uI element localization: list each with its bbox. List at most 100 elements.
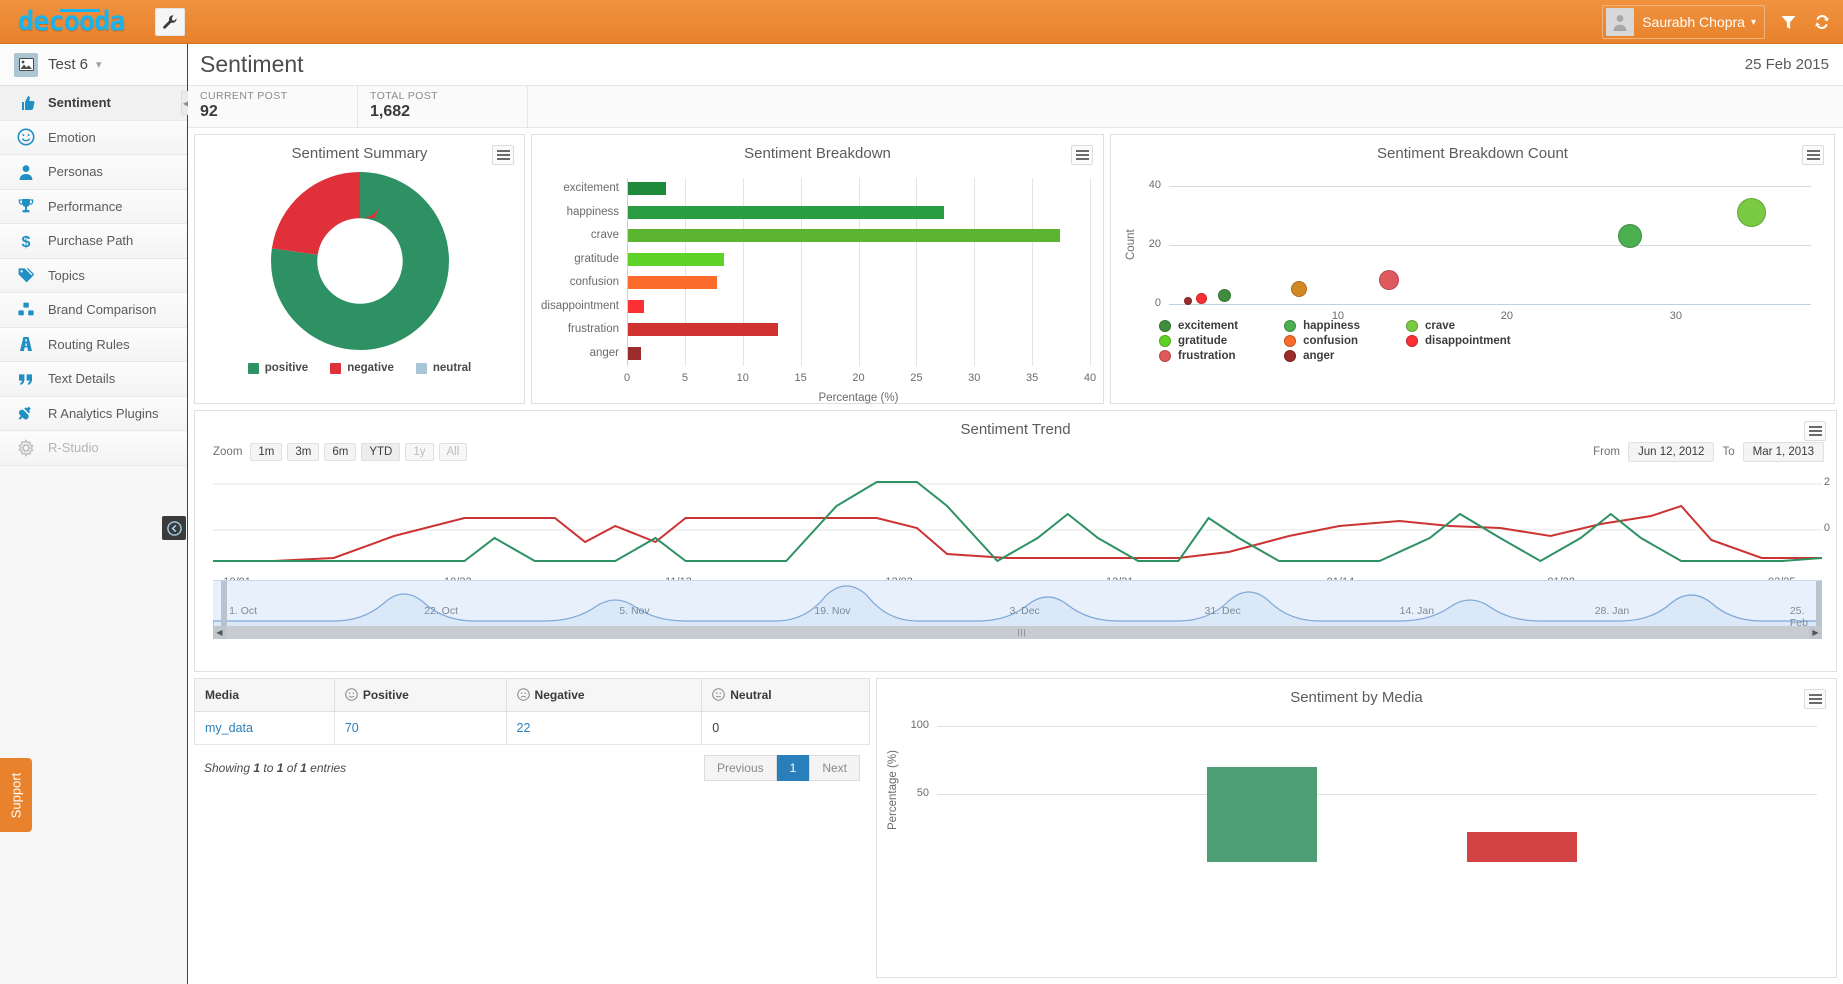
y-axis-tick: 50 [916, 786, 929, 799]
hamburger-menu-icon[interactable] [1804, 421, 1826, 441]
bubble-excitement[interactable] [1218, 288, 1232, 302]
showing-entries-text: Showing 1 to 1 of 1 entries [204, 761, 346, 775]
bar-disappointment[interactable] [628, 299, 645, 313]
charts-row-1: Sentiment Summary positive negative neutra… [188, 128, 1843, 404]
bar-frustration[interactable] [628, 323, 779, 336]
trophy-icon [18, 199, 34, 213]
sidebar-item-routing-rules[interactable]: Routing Rules [0, 327, 187, 362]
support-tab[interactable]: Support [0, 758, 32, 832]
bubble-anger[interactable] [1183, 297, 1192, 306]
sidebar-item-label: Emotion [48, 129, 96, 145]
bubble-disappointment[interactable] [1195, 292, 1207, 304]
hamburger-menu-icon[interactable] [1804, 689, 1826, 709]
cell-value: 70 [344, 721, 359, 735]
sidebar-item-r-analytics-plugins[interactable]: R Analytics Plugins [0, 396, 187, 431]
sidebar: Test 6 ▾ Sentiment Emotion Personas Perform… [0, 44, 191, 984]
table-header-positive[interactable]: Positive [333, 678, 507, 712]
pagination-page-1[interactable]: 1 [776, 755, 810, 781]
cell-positive[interactable]: 70 [333, 711, 507, 745]
media-bar-negative[interactable] [1467, 832, 1577, 862]
x-axis-tick: 30 [1669, 310, 1682, 322]
panel-sentiment-summary: Sentiment Summary positive negative neutra… [194, 134, 525, 404]
bubble-frustration[interactable] [1378, 270, 1399, 291]
bar-excitement[interactable] [628, 182, 667, 195]
legend-column: excitement gratitude frustration [1159, 320, 1238, 362]
chevron-down-icon: ▾ [1750, 16, 1756, 28]
x-axis-tick: 5 [681, 372, 688, 384]
legend-item-positive[interactable]: positive [247, 362, 308, 374]
bubble-confusion[interactable] [1291, 281, 1308, 298]
sidebar-item-purchase-path[interactable]: $ Purchase Path [0, 224, 187, 259]
sidebar-item-text-details[interactable]: Text Details [0, 362, 187, 397]
table-header-label: Positive [362, 688, 409, 702]
bar-crave[interactable] [628, 229, 1060, 242]
sidebar-collapse-button[interactable] [162, 516, 186, 540]
sidebar-item-personas[interactable]: Personas [0, 155, 187, 190]
legend-item-confusion[interactable]: confusion [1284, 335, 1360, 347]
scroll-right-button[interactable]: ▶ [1809, 626, 1822, 639]
navigator-scrollbar[interactable]: ◀ ▶ ||| [213, 626, 1822, 639]
trend-navigator[interactable]: 1. Oct 22. Oct 5. Nov 19. Nov 3. Dec 31. Dec 1… [213, 580, 1822, 629]
zoom-button-6m[interactable]: 6m [324, 443, 357, 461]
legend-dot [1284, 320, 1297, 332]
legend-item-disappointment[interactable]: disappointment [1405, 335, 1511, 347]
x-axis-tick: 20 [852, 372, 865, 384]
bar-anger[interactable] [628, 346, 641, 360]
app-logo[interactable]: decooda [18, 6, 126, 37]
trend-ytick-bottom: 0 [1823, 522, 1830, 534]
refresh-button[interactable] [1809, 10, 1835, 34]
table-header-negative[interactable]: Negative [505, 678, 703, 712]
legend-item-gratitude[interactable]: gratitude [1159, 335, 1238, 347]
hamburger-menu-icon[interactable] [1071, 145, 1093, 165]
page-date: 25 Feb 2015 [1744, 56, 1829, 73]
legend-item-frustration[interactable]: frustration [1159, 350, 1238, 362]
legend-item-anger[interactable]: anger [1284, 350, 1360, 362]
x-axis-tick: 35 [1026, 372, 1039, 384]
table-header-media[interactable]: Media [194, 678, 335, 712]
cell-value: my_data [205, 721, 253, 735]
hamburger-menu-icon[interactable] [1802, 145, 1824, 165]
zoom-button-ytd[interactable]: YTD [361, 443, 401, 461]
grid-line [1169, 244, 1811, 246]
bar-label-anger: anger [589, 346, 619, 359]
bubble-crave[interactable] [1737, 197, 1767, 227]
sidebar-item-brand-comparison[interactable]: Brand Comparison [0, 293, 187, 328]
cell-negative[interactable]: 22 [505, 711, 703, 745]
bubble-legend: excitement gratitude frustration happiness c… [1159, 320, 1511, 362]
navigator-left-handle[interactable] [221, 581, 227, 627]
zoom-button-1m[interactable]: 1m [250, 443, 283, 461]
legend-item-crave[interactable]: crave [1405, 320, 1511, 332]
legend-item-neutral[interactable]: neutral [415, 362, 471, 374]
navigator-right-handle[interactable] [1816, 581, 1822, 627]
table-header-neutral[interactable]: Neutral [701, 678, 870, 712]
filter-button[interactable] [1775, 10, 1801, 34]
scrollbar-grip[interactable]: ||| [1018, 628, 1027, 637]
project-selector[interactable]: Test 6 ▾ [0, 44, 187, 86]
x-axis-tick: 15 [794, 372, 807, 384]
zoom-button-3m[interactable]: 3m [287, 443, 320, 461]
pagination-next-button[interactable]: Next [809, 755, 860, 781]
sidebar-item-topics[interactable]: Topics [0, 258, 187, 293]
project-name: Test 6 [48, 56, 89, 73]
to-date-input[interactable]: Mar 1, 2013 [1742, 442, 1824, 462]
bar-happiness[interactable] [628, 205, 944, 219]
sidebar-item-sentiment[interactable]: Sentiment [0, 86, 187, 121]
legend-item-excitement[interactable]: excitement [1159, 320, 1238, 332]
legend-item-happiness[interactable]: happiness [1284, 320, 1360, 332]
bar-confusion[interactable] [628, 276, 718, 289]
logo-overbar [60, 9, 100, 12]
scroll-left-button[interactable]: ◀ [213, 626, 226, 639]
sidebar-item-performance[interactable]: Performance [0, 189, 187, 224]
media-bar-positive[interactable] [1207, 766, 1317, 862]
bar-gratitude[interactable] [628, 252, 725, 266]
hamburger-menu-icon[interactable] [492, 145, 514, 165]
settings-wrench-button[interactable] [155, 8, 185, 36]
legend-label: happiness [1303, 320, 1360, 332]
pagination-previous-button[interactable]: Previous [703, 755, 777, 781]
from-date-input[interactable]: Jun 12, 2012 [1627, 442, 1715, 462]
sidebar-nav: Sentiment Emotion Personas Performance $ Purc… [0, 86, 187, 466]
sidebar-item-emotion[interactable]: Emotion [0, 120, 187, 155]
user-menu[interactable]: Saurabh Chopra ▾ [1602, 5, 1765, 39]
legend-item-negative[interactable]: negative [330, 362, 394, 374]
cell-media[interactable]: my_data [194, 711, 335, 745]
